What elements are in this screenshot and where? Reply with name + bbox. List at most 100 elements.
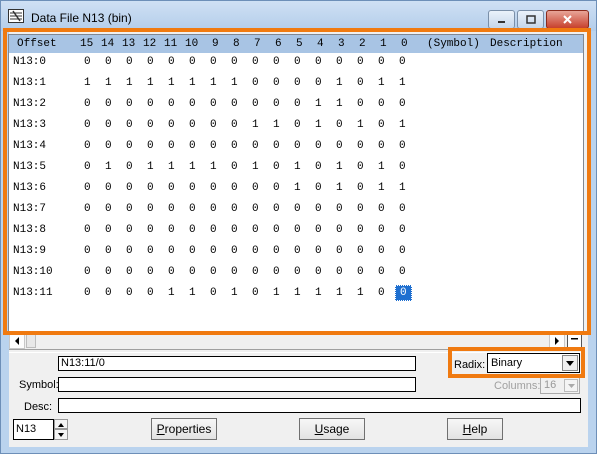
bit-cell[interactable]: 0 (189, 245, 196, 257)
bit-cell[interactable]: 0 (357, 161, 364, 173)
bit-cell[interactable]: 0 (357, 77, 364, 89)
bit-cell[interactable]: 0 (168, 245, 175, 257)
bit-cell[interactable]: 1 (399, 182, 406, 194)
bit-cell[interactable]: 1 (84, 77, 91, 89)
bit-cell[interactable]: 0 (252, 140, 259, 152)
bit-cell[interactable]: 0 (105, 119, 112, 131)
bit-cell[interactable]: 0 (315, 203, 322, 215)
bit-cell[interactable]: 1 (336, 182, 343, 194)
bit-cell[interactable]: 1 (252, 119, 259, 131)
bit-cell[interactable]: 0 (399, 266, 406, 278)
bit-cell[interactable]: 0 (105, 140, 112, 152)
bit-cell[interactable]: 0 (210, 98, 217, 110)
close-button[interactable] (546, 10, 589, 29)
bit-cell[interactable]: 0 (273, 245, 280, 257)
bit-cell[interactable]: 0 (357, 266, 364, 278)
bit-cell[interactable]: 0 (210, 56, 217, 68)
bit-cell[interactable]: 0 (273, 77, 280, 89)
bit-cell[interactable]: 0 (126, 98, 133, 110)
bit-cell[interactable]: 0 (168, 56, 175, 68)
bit-cell[interactable]: 0 (210, 182, 217, 194)
bit-cell[interactable]: 0 (378, 98, 385, 110)
bit-cell[interactable]: 0 (336, 266, 343, 278)
bit-cell[interactable]: 0 (336, 56, 343, 68)
bit-cell[interactable]: 0 (399, 140, 406, 152)
bit-cell[interactable]: 0 (168, 98, 175, 110)
spin-down-button[interactable] (54, 429, 68, 440)
bit-cell[interactable]: 0 (378, 287, 385, 299)
bit-cell[interactable]: 0 (231, 56, 238, 68)
bit-cell[interactable]: 0 (294, 119, 301, 131)
bit-cell[interactable]: 0 (84, 182, 91, 194)
bit-cell[interactable]: 0 (147, 266, 154, 278)
collapse-minus-button[interactable] (567, 333, 582, 348)
radix-select[interactable]: Binary (487, 353, 580, 373)
bit-cell[interactable]: 0 (126, 287, 133, 299)
bit-cell[interactable]: 0 (126, 56, 133, 68)
bit-cell[interactable]: 0 (84, 56, 91, 68)
bit-cell[interactable]: 0 (189, 224, 196, 236)
bit-cell[interactable]: 0 (168, 140, 175, 152)
bit-cell[interactable]: 1 (273, 287, 280, 299)
bit-cell[interactable]: 0 (189, 203, 196, 215)
bit-cell[interactable]: 0 (378, 245, 385, 257)
bit-cell[interactable]: 0 (273, 98, 280, 110)
bit-cell[interactable]: 0 (231, 140, 238, 152)
bit-cell[interactable]: 0 (315, 56, 322, 68)
bit-cell[interactable]: 1 (357, 287, 364, 299)
bit-cell[interactable]: 1 (231, 77, 238, 89)
bit-cell[interactable]: 0 (252, 287, 259, 299)
bit-cell[interactable]: 0 (294, 266, 301, 278)
bit-cell[interactable]: 1 (189, 287, 196, 299)
bit-cell[interactable]: 0 (189, 56, 196, 68)
bit-cell[interactable]: 0 (168, 203, 175, 215)
bit-cell[interactable]: 0 (378, 140, 385, 152)
bit-cell[interactable]: 1 (294, 161, 301, 173)
address-field[interactable]: N13:11/0 (58, 356, 416, 371)
bit-cell[interactable]: 0 (357, 56, 364, 68)
bit-cell[interactable]: 0 (189, 266, 196, 278)
bit-cell[interactable]: 0 (210, 224, 217, 236)
bit-cell[interactable]: 0 (399, 245, 406, 257)
bit-cell[interactable]: 0 (252, 203, 259, 215)
bit-cell[interactable]: 0 (315, 140, 322, 152)
bit-cell[interactable]: 0 (273, 203, 280, 215)
bit-cell[interactable]: 0 (126, 224, 133, 236)
bit-cell[interactable]: 0 (273, 56, 280, 68)
bit-cell[interactable]: 1 (147, 161, 154, 173)
title-bar[interactable]: Data File N13 (bin) (1, 1, 596, 31)
bit-cell[interactable]: 0 (210, 266, 217, 278)
bit-cell[interactable]: 0 (294, 224, 301, 236)
bit-cell[interactable]: 0 (84, 224, 91, 236)
bit-cell[interactable]: 0 (210, 140, 217, 152)
bit-cell[interactable]: 0 (231, 203, 238, 215)
bit-cell[interactable]: 0 (105, 287, 112, 299)
bit-cell[interactable]: 1 (399, 77, 406, 89)
bit-cell[interactable]: 0 (147, 287, 154, 299)
bit-cell[interactable]: 0 (168, 224, 175, 236)
bit-cell[interactable]: 0 (231, 161, 238, 173)
columns-dropdown-button[interactable] (564, 379, 578, 392)
bit-cell[interactable]: 0 (168, 119, 175, 131)
bit-cell[interactable]: 0 (210, 245, 217, 257)
bit-cell[interactable]: 0 (252, 56, 259, 68)
bit-cell[interactable]: 0 (147, 182, 154, 194)
bit-cell[interactable]: 1 (231, 287, 238, 299)
bit-cell[interactable]: 1 (378, 77, 385, 89)
bit-cell[interactable]: 1 (105, 161, 112, 173)
bit-cell[interactable]: 1 (336, 161, 343, 173)
maximize-button[interactable] (517, 10, 544, 29)
scroll-thumb[interactable] (26, 334, 36, 348)
bit-cell[interactable]: 1 (168, 287, 175, 299)
bit-cell[interactable]: 0 (357, 245, 364, 257)
bit-cell[interactable]: 0 (357, 98, 364, 110)
bit-cell[interactable]: 0 (315, 161, 322, 173)
bit-cell[interactable]: 0 (147, 245, 154, 257)
bit-cell[interactable]: 1 (378, 182, 385, 194)
bit-cell[interactable]: 0 (84, 140, 91, 152)
bit-cell[interactable]: 1 (315, 119, 322, 131)
bit-cell[interactable]: 1 (294, 287, 301, 299)
bit-cell[interactable]: 0 (126, 245, 133, 257)
properties-button[interactable]: Properties (151, 418, 217, 440)
symbol-field[interactable] (58, 377, 416, 392)
